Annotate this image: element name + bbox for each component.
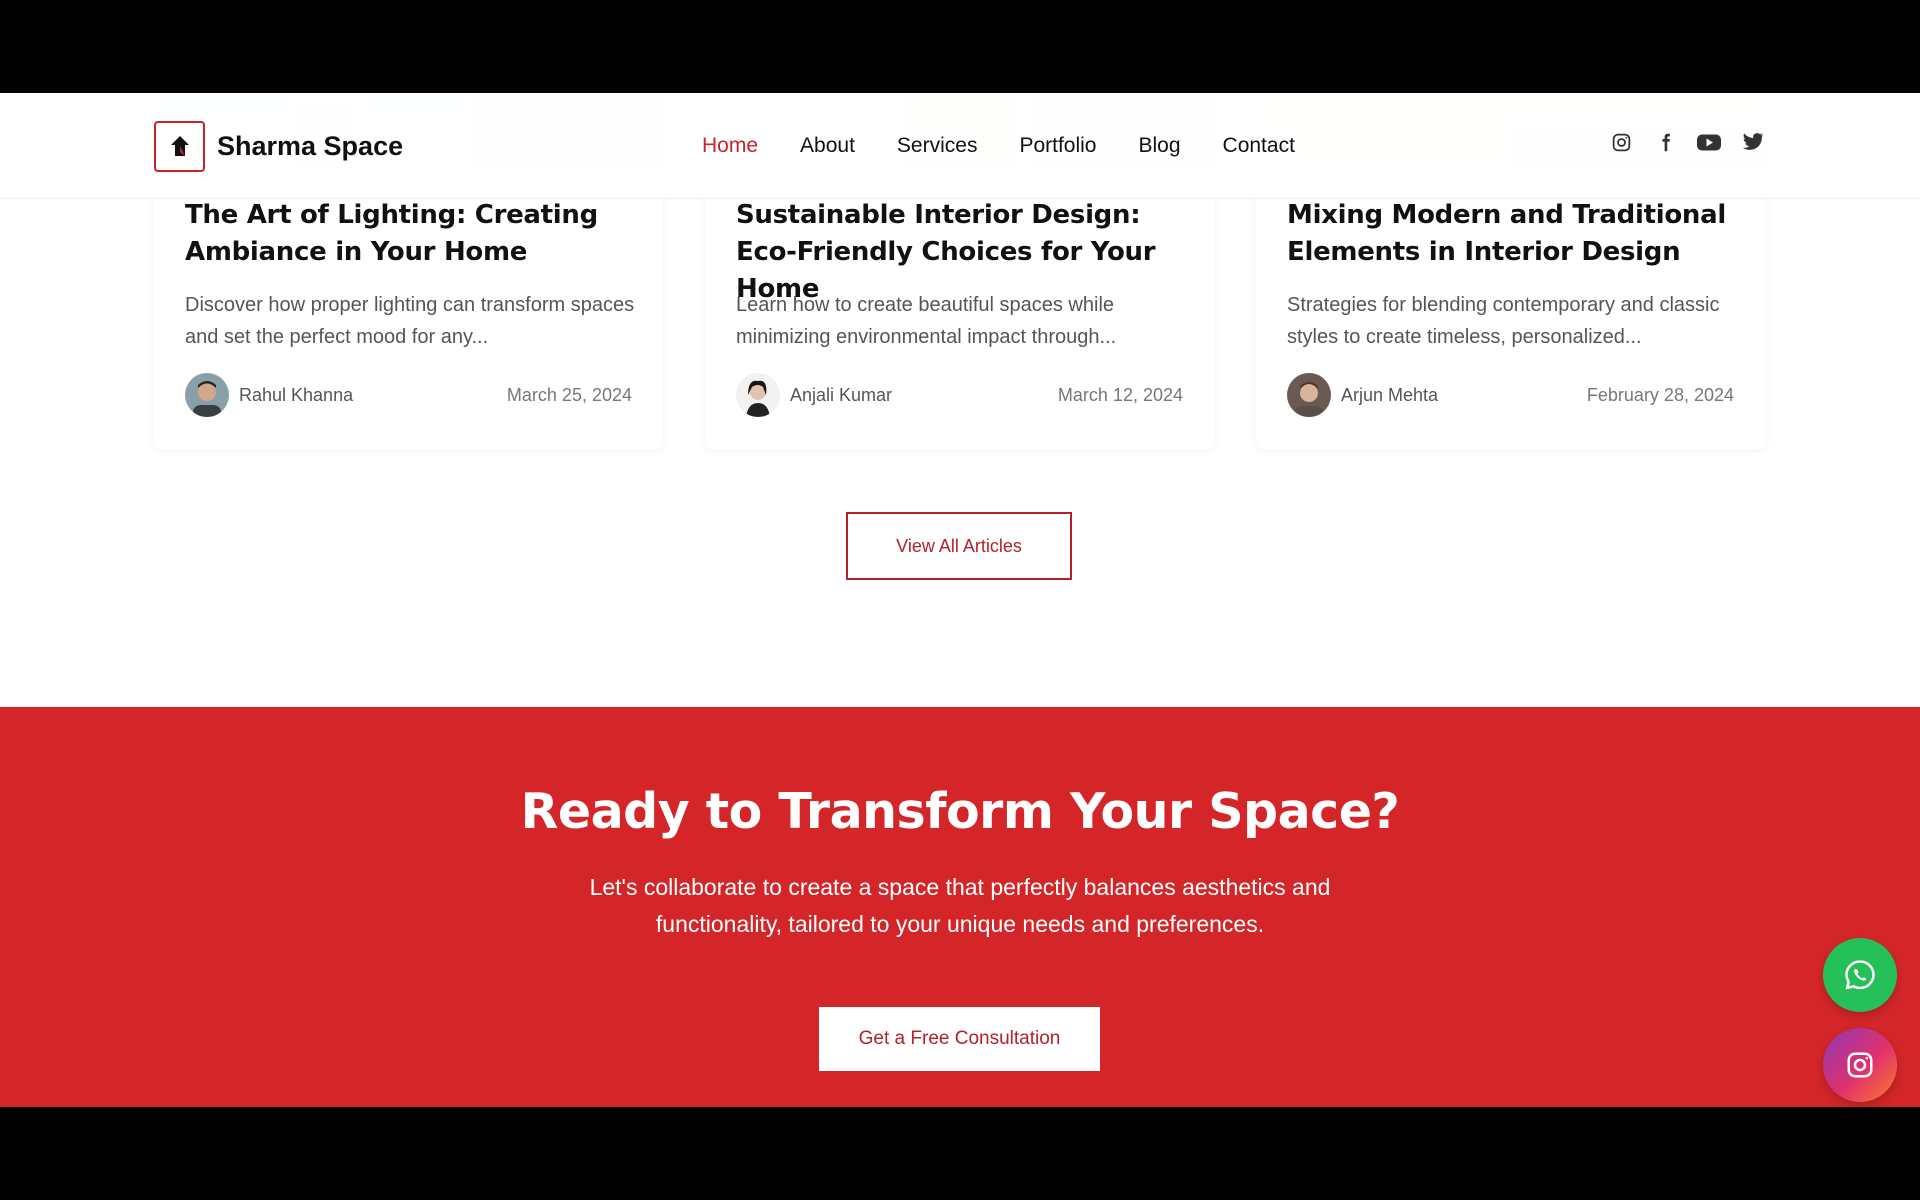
nav-about[interactable]: About [800,127,855,165]
card-title[interactable]: Mixing Modern and Traditional Elements i… [1287,197,1747,271]
cta-title: Ready to Transform Your Space? [520,783,1400,840]
site-header: Sharma Space Home About Services Portfol… [0,93,1920,199]
instagram-icon[interactable] [1823,1028,1897,1102]
avatar [736,373,780,417]
nav-portfolio[interactable]: Portfolio [1019,127,1096,165]
nav-contact[interactable]: Contact [1223,127,1295,165]
card-excerpt: Strategies for blending contemporary and… [1287,294,1720,348]
card-date: March 12, 2024 [1057,384,1183,405]
logo[interactable]: Sharma Space [154,121,403,172]
avatar [185,373,229,417]
cta-section: Ready to Transform Your Space? Let's col… [0,707,1920,1107]
card-meta: Rahul Khanna March 25, 2024 [185,373,632,417]
card-excerpt: Discover how proper lighting can transfo… [185,294,635,348]
social-links [1608,129,1766,155]
page: The Art of Lighting: Creating Ambiance i… [0,93,1920,1107]
card-author: Anjali Kumar [790,384,893,405]
card-title[interactable]: The Art of Lighting: Creating Ambiance i… [185,197,645,271]
nav-services[interactable]: Services [897,127,978,165]
brand-name: Sharma Space [217,131,404,161]
instagram-icon[interactable] [1608,129,1634,155]
avatar [1287,373,1331,417]
card-date: February 28, 2024 [1586,384,1734,405]
card-author: Arjun Mehta [1341,384,1439,405]
nav-blog[interactable]: Blog [1139,127,1181,165]
view-all-articles-button[interactable]: View All Articles [846,512,1072,580]
card-date: March 25, 2024 [506,384,632,405]
twitter-icon[interactable] [1740,129,1766,155]
letterbox-bottom [0,1107,1920,1200]
card-excerpt: Learn how to create beautiful spaces whi… [736,294,1117,348]
youtube-icon[interactable] [1696,129,1722,155]
card-author: Rahul Khanna [239,384,354,405]
whatsapp-icon[interactable] [1823,938,1897,1012]
card-meta: Arjun Mehta February 28, 2024 [1287,373,1734,417]
main-nav: Home About Services Portfolio Blog Conta… [702,127,1337,165]
letterbox-top [0,0,1920,93]
nav-home[interactable]: Home [702,127,758,165]
card-meta: Anjali Kumar March 12, 2024 [736,373,1183,417]
free-consultation-button[interactable]: Get a Free Consultation [819,1007,1100,1071]
facebook-icon[interactable] [1652,129,1678,155]
logo-icon [154,121,205,172]
cta-text: Let's collaborate to create a space that… [589,874,1331,937]
